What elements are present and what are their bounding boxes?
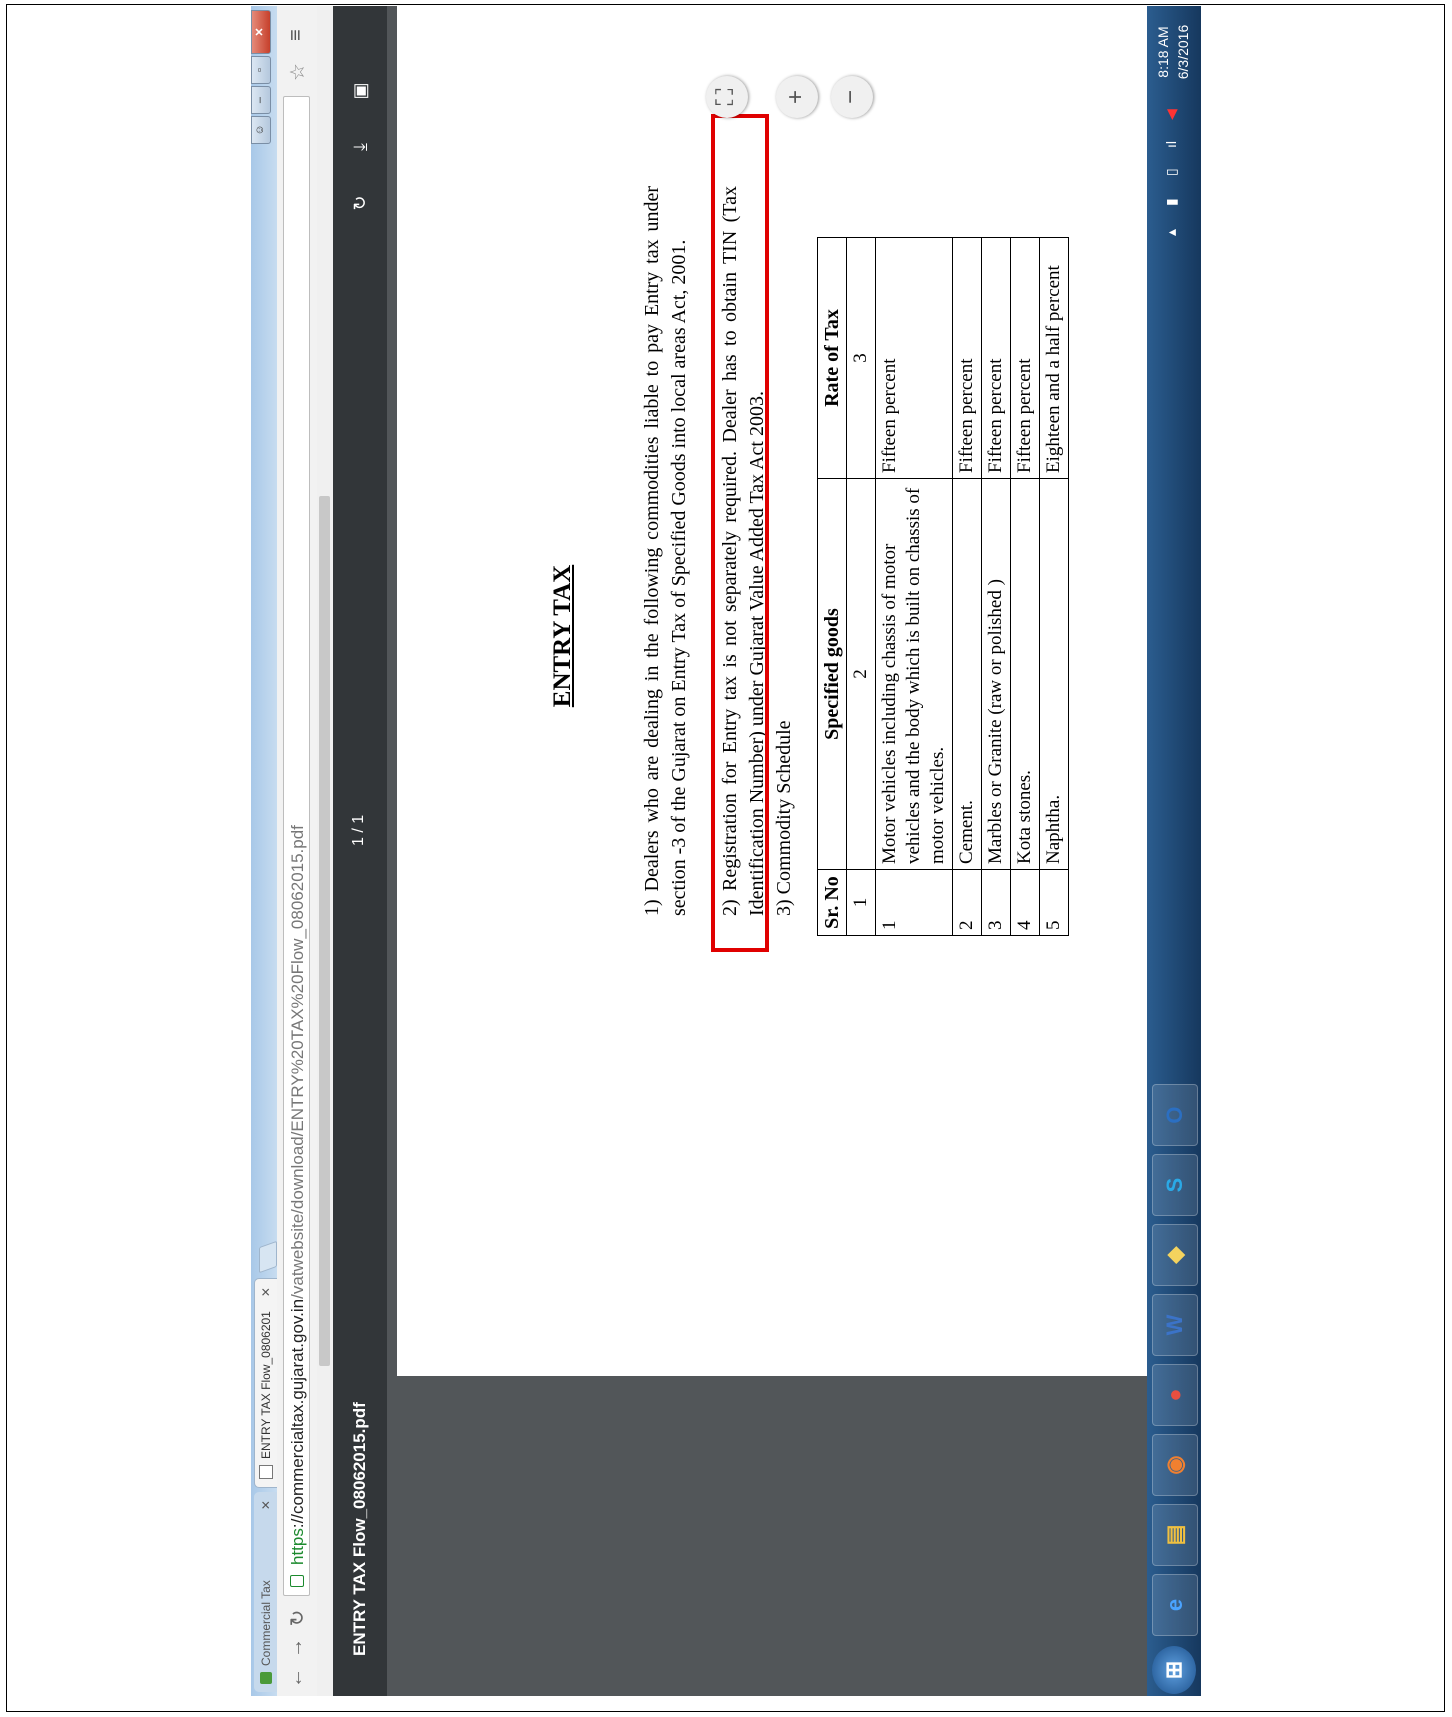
close-tab-icon[interactable]: ✕ — [259, 1287, 273, 1297]
start-button-icon[interactable]: ⊞ — [1152, 1646, 1196, 1694]
windows-taskbar: ⊞ e ▤ ◉ ● W ◆ S O ▴ ▮ ▯ ıl ◀ 8:18 AM 6/3… — [1147, 6, 1201, 1696]
rate-cell: Fifteen percent — [1010, 237, 1040, 479]
scrollbar-thumb[interactable] — [319, 496, 330, 1366]
battery-icon[interactable]: ▯ — [1163, 168, 1180, 176]
table-index-row: 1 2 3 — [846, 237, 876, 936]
address-bar[interactable]: https://commercialtax.gujarat.gov.in/vat… — [283, 96, 310, 1596]
tray-arrow-icon[interactable]: ▴ — [1163, 229, 1180, 236]
zoom-out-icon[interactable]: − — [831, 76, 873, 118]
download-icon[interactable]: ⤓ — [347, 134, 373, 160]
page-indicator: 1 / 1 — [350, 814, 367, 846]
file-explorer-icon[interactable]: ▤ — [1152, 1504, 1198, 1566]
browser-toolbar: ← → ↻ https://commercialtax.gujarat.gov.… — [277, 6, 318, 1696]
word-icon[interactable]: W — [1152, 1294, 1198, 1356]
bookmark-star-icon[interactable]: ☆ — [285, 63, 310, 81]
system-clock[interactable]: 8:18 AM 6/3/2016 — [1153, 12, 1193, 92]
new-tab-button[interactable] — [259, 1240, 277, 1274]
back-icon[interactable]: ← — [285, 1666, 308, 1690]
maximize-button[interactable]: ▫ — [251, 56, 271, 84]
window-controls: ☺ – ▫ ✕ — [251, 10, 271, 144]
rotate-icon[interactable]: ↻ — [347, 190, 373, 216]
index-cell: 3 — [846, 237, 876, 479]
screenshot: Commercial Tax ✕ ENTRY TAX Flow_0806201 … — [251, 6, 1201, 1696]
sr-cell: 2 — [952, 869, 982, 936]
header-rate-of-tax: Rate of Tax — [817, 237, 847, 479]
commodity-table: Sr. No Specified goods Rate of Tax 1 2 3… — [817, 237, 1069, 936]
clock-time: 8:18 AM — [1155, 26, 1171, 78]
horizontal-scrollbar[interactable] — [317, 6, 334, 1696]
pdf-file-name: ENTRY TAX Flow_08062015.pdf — [350, 1402, 369, 1656]
pdf-toolbar: ENTRY TAX Flow_08062015.pdf 1 / 1 ↻ ⤓ ▣ — [333, 6, 387, 1696]
table-row: 2 Cement. Fifteen percent — [952, 237, 982, 936]
table-row: 4 Kota stones. Fifteen percent — [1010, 237, 1040, 936]
table-row: 3 Marbles or Granite (raw or polished ) … — [981, 237, 1011, 936]
fit-to-page-icon[interactable]: ⛶ — [706, 76, 748, 118]
user-icon[interactable]: ☺ — [251, 116, 271, 144]
document-icon — [259, 1465, 273, 1479]
goods-cell: Marbles or Granite (raw or polished ) — [981, 478, 1011, 870]
menu-icon[interactable]: ≡ — [285, 29, 308, 41]
tab-label: ENTRY TAX Flow_0806201 — [259, 1311, 273, 1459]
tab-commercial-tax[interactable]: Commercial Tax ✕ — [254, 1492, 277, 1692]
internet-explorer-icon[interactable]: e — [1152, 1574, 1198, 1636]
table-row: 5 Naphtha. Eighteen and a half percent — [1039, 237, 1069, 936]
print-icon[interactable]: ▣ — [347, 78, 373, 104]
url-scheme: https — [288, 1528, 307, 1565]
index-cell: 2 — [846, 478, 876, 870]
rate-cell: Fifteen percent — [875, 237, 953, 479]
document-title: ENTRY TAX — [549, 564, 576, 708]
pdf-page: ENTRY TAX 1) Dealers who are dealing in … — [397, 6, 1197, 1376]
highlight-box — [711, 114, 769, 952]
index-cell: 1 — [846, 869, 876, 936]
goods-cell: Motor vehicles including chassis of moto… — [875, 478, 953, 870]
url-path: /vatwebsite/download/ENTRY%20TAX%20Flow_… — [288, 825, 307, 1299]
zoom-in-icon[interactable]: + — [776, 76, 818, 118]
app-icon[interactable]: ◉ — [1152, 1434, 1198, 1496]
sr-cell: 4 — [1010, 869, 1040, 936]
rate-cell: Eighteen and a half percent — [1039, 237, 1069, 479]
table-row: 1 Motor vehicles including chassis of mo… — [875, 237, 953, 936]
volume-icon[interactable]: ◀ — [1163, 109, 1180, 120]
rate-cell: Fifteen percent — [952, 237, 982, 479]
skype-icon[interactable]: S — [1152, 1154, 1198, 1216]
close-window-button[interactable]: ✕ — [251, 10, 271, 54]
signal-icon[interactable]: ıl — [1163, 141, 1179, 148]
sticky-notes-icon[interactable]: ◆ — [1152, 1224, 1198, 1286]
header-specified-goods: Specified goods — [817, 478, 847, 870]
clock-date: 6/3/2016 — [1175, 24, 1191, 80]
tab-entry-tax-pdf[interactable]: ENTRY TAX Flow_0806201 ✕ — [254, 1278, 277, 1488]
forward-icon[interactable]: → — [285, 1636, 308, 1660]
close-tab-icon[interactable]: ✕ — [259, 1500, 273, 1510]
paragraph-1: 1) Dealers who are dealing in the follow… — [641, 186, 690, 916]
table-header-row: Sr. No Specified goods Rate of Tax — [817, 237, 847, 936]
goods-cell: Naphtha. — [1039, 478, 1069, 870]
reload-icon[interactable]: ↻ — [285, 1606, 310, 1630]
chrome-icon[interactable]: ● — [1152, 1364, 1198, 1426]
sr-cell: 1 — [875, 869, 953, 936]
url-host: ://commercialtax.gujarat.gov.in — [288, 1298, 307, 1529]
outlook-icon[interactable]: O — [1152, 1084, 1198, 1146]
header-sr-no: Sr. No — [817, 869, 847, 936]
lock-icon — [290, 1575, 304, 1587]
network-icon[interactable]: ▮ — [1163, 198, 1180, 206]
tab-strip: Commercial Tax ✕ ENTRY TAX Flow_0806201 … — [251, 6, 277, 1696]
sr-cell: 5 — [1039, 869, 1069, 936]
site-favicon-icon — [259, 1672, 272, 1684]
rotated-screen: Commercial Tax ✕ ENTRY TAX Flow_0806201 … — [251, 6, 1201, 1696]
goods-cell: Cement. — [952, 478, 982, 870]
paragraph-3: 3) Commodity Schedule — [773, 720, 795, 916]
tab-label: Commercial Tax — [258, 1580, 273, 1666]
minimize-button[interactable]: – — [251, 86, 271, 114]
rate-cell: Fifteen percent — [981, 237, 1011, 479]
goods-cell: Kota stones. — [1010, 478, 1040, 870]
sr-cell: 3 — [981, 869, 1011, 936]
